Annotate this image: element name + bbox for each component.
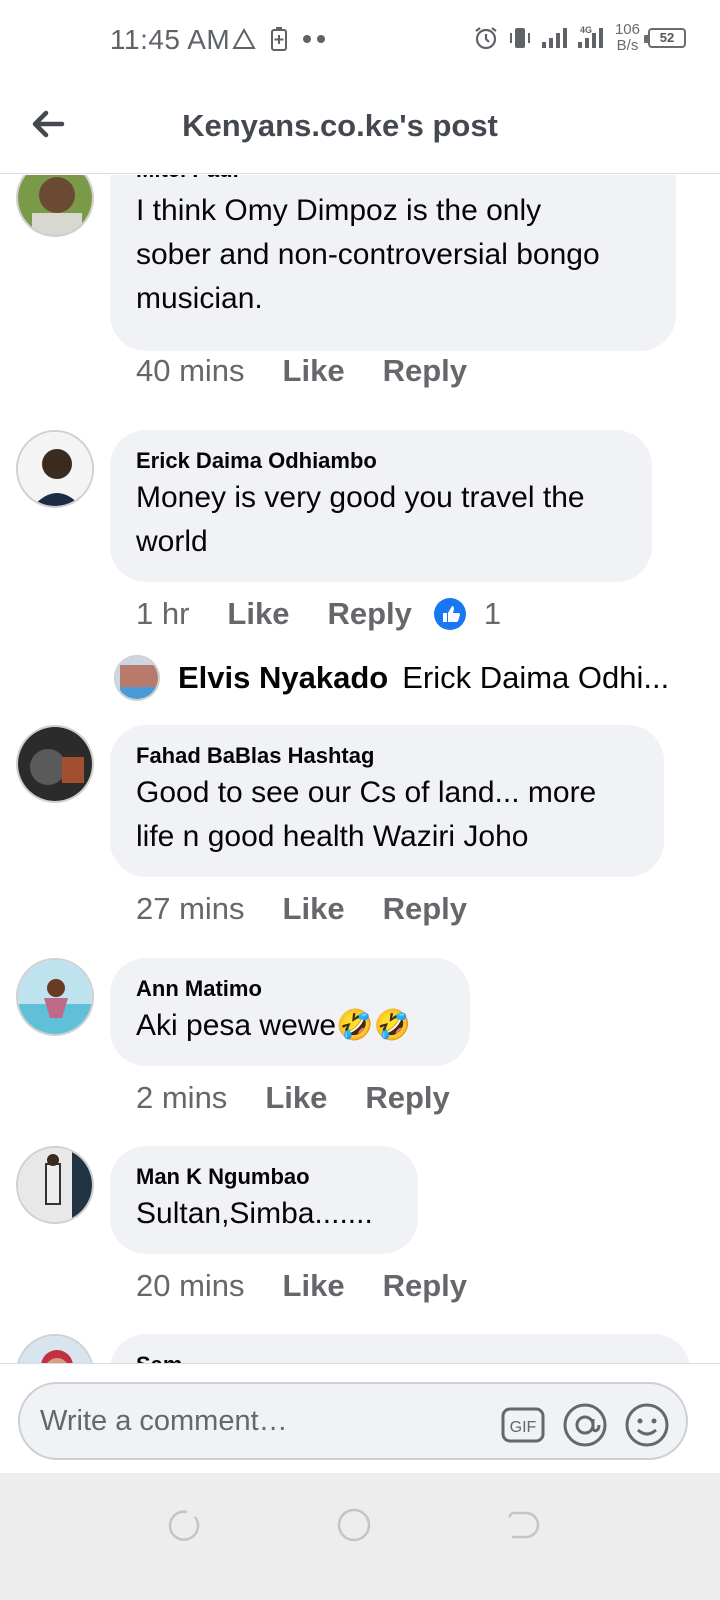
network-speed-value: 106 [614,21,640,38]
comment-time[interactable]: 20 mins [136,1268,245,1304]
reply-preview[interactable]: Elvis Nyakado Erick Daima Odhi... [114,655,669,701]
user-photo-icon [18,432,92,506]
status-right-icons: 4G 106 B/s 52 [473,22,686,54]
comment-bubble[interactable]: Ann Matimo Aki pesa wewe🤣🤣 [110,958,470,1066]
like-button[interactable]: Like [283,353,345,389]
comment-text-line: sober and non-controversial bongo [136,238,600,271]
battery-indicator: 52 [644,28,686,48]
battery-saver-icon [271,27,287,51]
network-label: 4G [580,25,592,35]
avatar[interactable] [16,1146,94,1224]
reply-button[interactable]: Reply [383,1268,467,1304]
user-photo-icon [18,727,92,801]
comment-bubble[interactable]: Sam [110,1334,690,1363]
avatar[interactable] [114,655,160,701]
comment-text-line: musician. [136,282,263,315]
comment-time[interactable]: 27 mins [136,891,245,927]
comment-text-line: I think Omy Dimpoz is the only [136,194,542,227]
reply-author[interactable]: Elvis Nyakado [178,660,388,696]
like-button[interactable]: Like [227,596,289,632]
back-nav-icon [508,1511,540,1539]
back-nav-button[interactable] [502,1505,542,1545]
comment-composer[interactable]: GIF [18,1382,688,1460]
comment-input[interactable] [40,1398,480,1444]
comment-author[interactable]: Mitei Paul [136,175,239,185]
comment-composer-bar: GIF [0,1363,720,1473]
user-photo-icon [18,175,92,235]
network-speed: 106 B/s [615,22,640,54]
comment-actions: 20 mins Like Reply [136,1268,505,1304]
recent-apps-icon [168,1510,200,1541]
comment-text-line: life n good health Waziri Joho [136,820,529,853]
avatar[interactable] [16,725,94,803]
status-time: 11:45 AM [110,24,231,55]
comment-text-line: Good to see our Cs of land... more [136,776,597,809]
comment-author[interactable]: Man K Ngumbao [136,1162,310,1192]
emoji-button[interactable] [624,1402,670,1448]
mention-button[interactable] [562,1402,608,1448]
vibrate-icon [509,28,530,48]
comment-author[interactable]: Sam [136,1350,182,1363]
page-title: Kenyans.co.ke's post [182,108,498,143]
reply-button[interactable]: Reply [327,596,411,632]
thumbs-up-icon [442,606,460,622]
like-button[interactable]: Like [283,891,345,927]
comment-bubble[interactable]: Mitei Paul I think Omy Dimpoz is the onl… [110,175,676,351]
reply-text: Erick Daima Odhi... [402,660,670,695]
post-header: Kenyans.co.ke's post [0,80,720,174]
user-photo-icon [18,1336,92,1363]
signal-4g-icon: 4G [577,25,603,48]
user-photo-icon [116,657,158,699]
home-button[interactable] [334,1505,374,1545]
signal-icon [541,28,567,48]
comment-text-line: Sultan,Simba....... [136,1197,373,1230]
more-notifications-icon [303,35,325,43]
recent-apps-button[interactable] [163,1505,203,1545]
reply-button[interactable]: Reply [383,353,467,389]
comment-text-line: world [136,525,208,558]
reply-button[interactable]: Reply [365,1080,449,1116]
home-circle-icon [337,1508,371,1542]
comment-time[interactable]: 40 mins [136,353,245,389]
comment-text-line: Aki pesa wewe🤣🤣 [136,1009,411,1042]
comment-actions: 40 mins Like Reply [136,353,505,389]
comment-author[interactable]: Erick Daima Odhiambo [136,446,377,476]
avatar[interactable] [16,430,94,508]
user-photo-icon [18,960,92,1034]
comment-bubble[interactable]: Erick Daima Odhiambo Money is very good … [110,430,652,582]
comment-actions: 2 mins Like Reply [136,1080,488,1116]
like-reaction-icon[interactable] [433,598,466,630]
like-button[interactable]: Like [265,1080,327,1116]
avatar[interactable] [16,958,94,1036]
warning-icon [232,27,256,49]
like-button[interactable]: Like [283,1268,345,1304]
status-left-icons [232,26,328,52]
comment-bubble[interactable]: Fahad BaBlas Hashtag Good to see our Cs … [110,725,664,877]
comment-actions: 27 mins Like Reply [136,891,505,927]
comment-author[interactable]: Ann Matimo [136,974,262,1004]
gif-button[interactable]: GIF [500,1402,546,1448]
gif-icon: GIF [501,1407,545,1443]
comment-bubble[interactable]: Man K Ngumbao Sultan,Simba....... [110,1146,418,1254]
alarm-icon [475,27,497,50]
reply-button[interactable]: Reply [383,891,467,927]
system-nav-bar [0,1473,720,1600]
status-bar: 11:45 AM 4G 106 B/s 52 [0,0,720,80]
avatar[interactable] [16,175,94,237]
comment-text-line: Money is very good you travel the [136,481,585,514]
gif-label: GIF [510,1419,537,1436]
smiley-icon [625,1403,669,1447]
network-speed-unit: B/s [616,37,639,54]
at-mention-icon [563,1403,607,1447]
comments-list[interactable]: Mitei Paul I think Omy Dimpoz is the onl… [0,175,720,1363]
avatar[interactable] [16,1334,94,1363]
comment-actions: 1 hr Like Reply 1 [136,596,501,632]
user-photo-icon [18,1148,92,1222]
comment-time[interactable]: 2 mins [136,1080,227,1116]
reaction-count[interactable]: 1 [484,596,501,632]
comment-time[interactable]: 1 hr [136,596,189,632]
comment-author[interactable]: Fahad BaBlas Hashtag [136,741,374,771]
